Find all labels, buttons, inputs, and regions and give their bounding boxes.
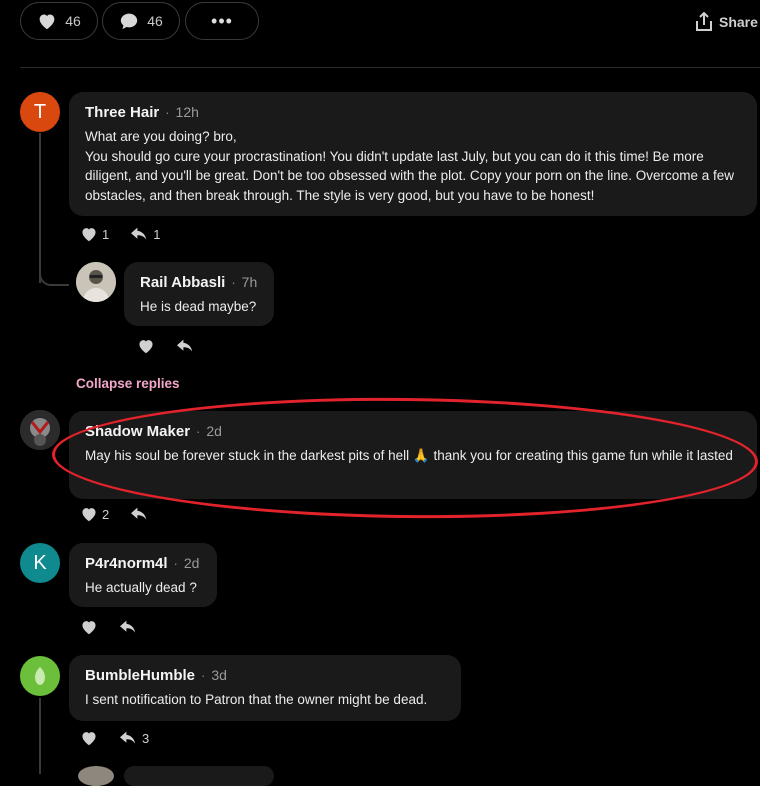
reply-icon: [131, 507, 147, 520]
avatar[interactable]: [76, 262, 116, 302]
comment-author[interactable]: Rail Abbasli: [140, 274, 225, 291]
comment-time[interactable]: 7h: [242, 274, 258, 290]
avatar[interactable]: [20, 656, 60, 696]
like-count: 1: [102, 226, 110, 242]
comment-text: May his soul be forever stuck in the dar…: [85, 448, 733, 463]
comment-actions: [137, 338, 195, 354]
reply-button[interactable]: [129, 506, 149, 522]
comment-text: He is dead maybe?: [140, 299, 257, 314]
like-button[interactable]: [80, 619, 98, 635]
reply-button[interactable]: [175, 338, 195, 354]
comment-text: I sent notification to Patron that the o…: [85, 692, 428, 707]
reply-button[interactable]: 1: [129, 226, 160, 242]
share-button[interactable]: Share: [695, 12, 758, 32]
thread-line: [39, 698, 41, 774]
reply-button[interactable]: [118, 619, 138, 635]
comment-bubble: Three Hair · 12h What are you doing? bro…: [69, 92, 757, 216]
avatar[interactable]: [20, 410, 60, 450]
reply-icon: [177, 339, 193, 352]
heart-icon: [82, 508, 96, 522]
comment-bubble: P4r4norm4l · 2d He actually dead ?: [69, 543, 217, 607]
comment-author[interactable]: Three Hair: [85, 104, 159, 121]
comment-count: 46: [147, 13, 163, 29]
avatar[interactable]: K: [20, 543, 60, 583]
reply-icon: [120, 620, 136, 633]
reply-button[interactable]: 3: [118, 730, 149, 746]
comment-bubble: Rail Abbasli · 7h He is dead maybe?: [124, 262, 274, 326]
collapse-replies-link[interactable]: Collapse replies: [76, 376, 180, 391]
avatar[interactable]: [78, 766, 114, 786]
leaf-icon: [35, 667, 45, 685]
comment-actions: [80, 619, 138, 635]
comment-author[interactable]: Shadow Maker: [85, 423, 190, 440]
reply-count: 3: [142, 730, 150, 746]
comment-time[interactable]: 12h: [176, 104, 199, 120]
like-button[interactable]: 46: [20, 2, 98, 40]
separator-dot: ·: [231, 275, 236, 290]
avatar[interactable]: T: [20, 92, 60, 132]
avatar-letter: K: [33, 551, 47, 574]
share-icon: [696, 12, 712, 31]
comment-author[interactable]: P4r4norm4l: [85, 555, 168, 572]
divider: [20, 67, 760, 68]
comment-icon: [121, 13, 138, 30]
heart-icon: [82, 228, 96, 242]
comment-actions: 3: [80, 730, 149, 746]
comment-time[interactable]: 3d: [211, 667, 227, 683]
heart-icon: [139, 340, 153, 354]
heart-icon: [82, 732, 96, 746]
reply-icon: [120, 731, 136, 744]
comment-bubble: BumbleHumble · 3d I sent notification to…: [69, 655, 461, 721]
more-icon: •••: [211, 10, 233, 31]
comment-bubble: [124, 766, 274, 786]
separator-dot: ·: [201, 668, 206, 683]
separator-dot: ·: [165, 105, 170, 120]
user-photo-icon: [76, 262, 116, 302]
comment-actions: 2: [80, 506, 149, 522]
thread-branch: [39, 268, 69, 286]
comment-text: What are you doing? bro, You should go c…: [85, 129, 735, 203]
separator-dot: ·: [196, 424, 201, 439]
like-button[interactable]: [80, 730, 98, 746]
separator-dot: ·: [173, 556, 178, 571]
user-photo-icon: [20, 410, 60, 450]
more-options-button[interactable]: •••: [185, 2, 259, 40]
like-count: 2: [102, 506, 110, 522]
heart-icon: [39, 14, 55, 30]
reply-count: 1: [153, 226, 161, 242]
avatar-letter: T: [33, 100, 47, 123]
comment-time[interactable]: 2d: [184, 555, 200, 571]
thread-line: [39, 133, 41, 283]
comment-bubble: Shadow Maker · 2d May his soul be foreve…: [69, 411, 757, 499]
share-label: Share: [719, 14, 758, 30]
like-button[interactable]: 2: [80, 506, 109, 522]
comment-author[interactable]: BumbleHumble: [85, 667, 195, 684]
like-count: 46: [65, 13, 81, 29]
reply-icon: [131, 227, 147, 240]
comment-time[interactable]: 2d: [206, 423, 222, 439]
like-button[interactable]: 1: [80, 226, 109, 242]
comment-actions: 1 1: [80, 226, 160, 242]
comments-button[interactable]: 46: [102, 2, 180, 40]
comment-text: He actually dead ?: [85, 580, 197, 595]
like-button[interactable]: [137, 338, 155, 354]
heart-icon: [82, 621, 96, 635]
